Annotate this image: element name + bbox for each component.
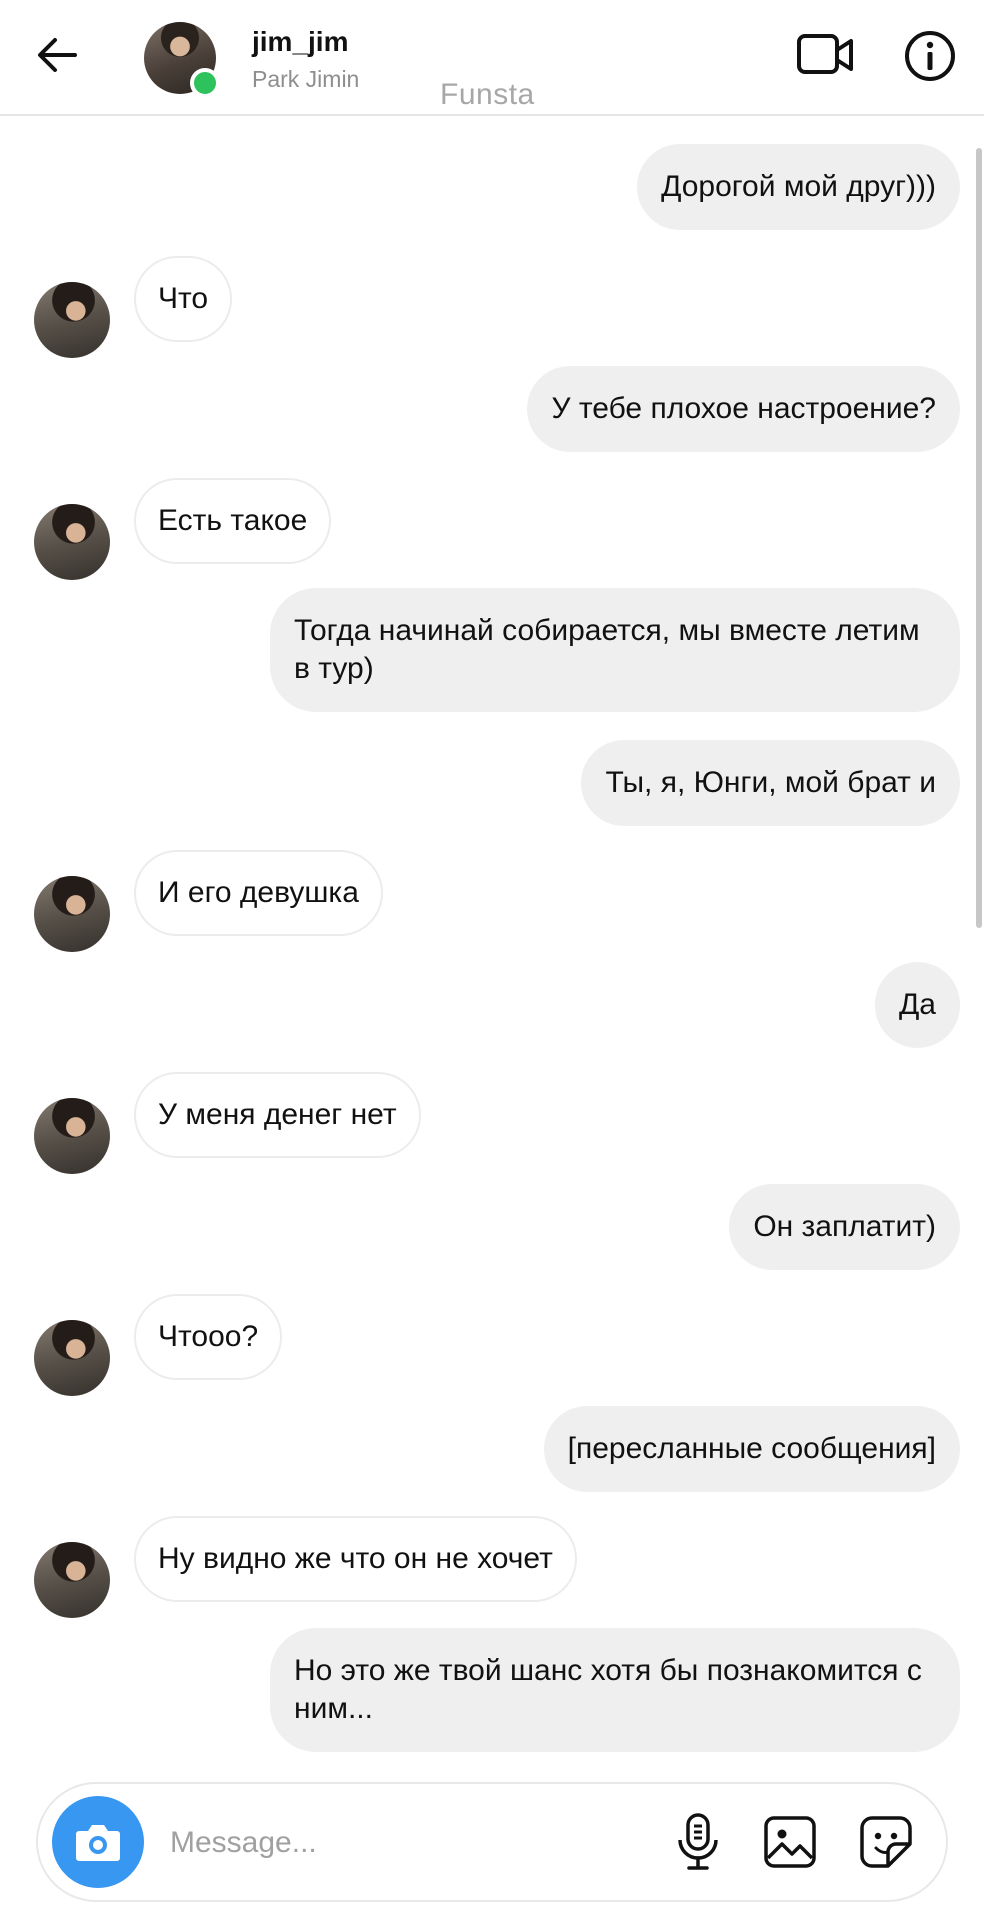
message-input[interactable] bbox=[168, 1815, 652, 1871]
gallery-icon bbox=[764, 1816, 816, 1868]
camera-icon bbox=[76, 1825, 120, 1861]
contact-username[interactable]: jim_jim bbox=[252, 26, 348, 58]
online-status-indicator bbox=[190, 68, 220, 98]
sender-avatar[interactable] bbox=[34, 1320, 110, 1396]
incoming-message[interactable]: Ну видно же что он не хочет bbox=[134, 1516, 577, 1602]
gallery-button[interactable] bbox=[762, 1814, 818, 1870]
outgoing-message[interactable]: Но это же твой шанс хотя бы познакомится… bbox=[270, 1628, 960, 1752]
sender-avatar[interactable] bbox=[34, 1098, 110, 1174]
incoming-message[interactable]: Чтооо? bbox=[134, 1294, 283, 1380]
chat-scrollbar[interactable] bbox=[976, 148, 982, 928]
voice-message-button[interactable] bbox=[674, 1812, 722, 1872]
contact-full-name: Park Jimin bbox=[252, 66, 360, 92]
watermark-text: Funsta bbox=[440, 78, 535, 111]
camera-button[interactable] bbox=[52, 1796, 144, 1888]
incoming-message[interactable]: У меня денег нет bbox=[134, 1072, 421, 1158]
outgoing-message[interactable]: [пересланные сообщения] bbox=[543, 1406, 960, 1492]
outgoing-message[interactable]: У тебе плохое настроение? bbox=[527, 366, 960, 452]
chat-header: jim_jim Park Jimin Funsta bbox=[0, 0, 984, 116]
microphone-icon bbox=[678, 1813, 718, 1870]
outgoing-message[interactable]: Тогда начинай собирается, мы вместе лети… bbox=[270, 588, 960, 712]
sender-avatar[interactable] bbox=[34, 1542, 110, 1618]
info-icon bbox=[905, 31, 955, 81]
video-call-icon bbox=[797, 34, 853, 74]
incoming-message[interactable]: И его девушка bbox=[134, 850, 383, 936]
info-button[interactable] bbox=[904, 30, 956, 82]
incoming-message[interactable]: Что bbox=[134, 256, 233, 342]
sticker-button[interactable] bbox=[858, 1814, 914, 1870]
outgoing-message[interactable]: Он заплатит) bbox=[729, 1184, 960, 1270]
incoming-message[interactable]: Есть такое bbox=[134, 478, 332, 564]
sticker-icon bbox=[860, 1816, 912, 1868]
sender-avatar[interactable] bbox=[34, 282, 110, 358]
sender-avatar[interactable] bbox=[34, 504, 110, 580]
outgoing-message[interactable]: Ты, я, Юнги, мой брат и bbox=[581, 740, 960, 826]
sender-avatar[interactable] bbox=[34, 876, 110, 952]
back-button[interactable] bbox=[32, 30, 82, 80]
outgoing-message[interactable]: Дорогой мой друг))) bbox=[637, 144, 960, 230]
back-arrow-icon bbox=[38, 38, 77, 72]
outgoing-message[interactable]: Да bbox=[874, 962, 960, 1048]
video-call-button[interactable] bbox=[796, 30, 856, 80]
